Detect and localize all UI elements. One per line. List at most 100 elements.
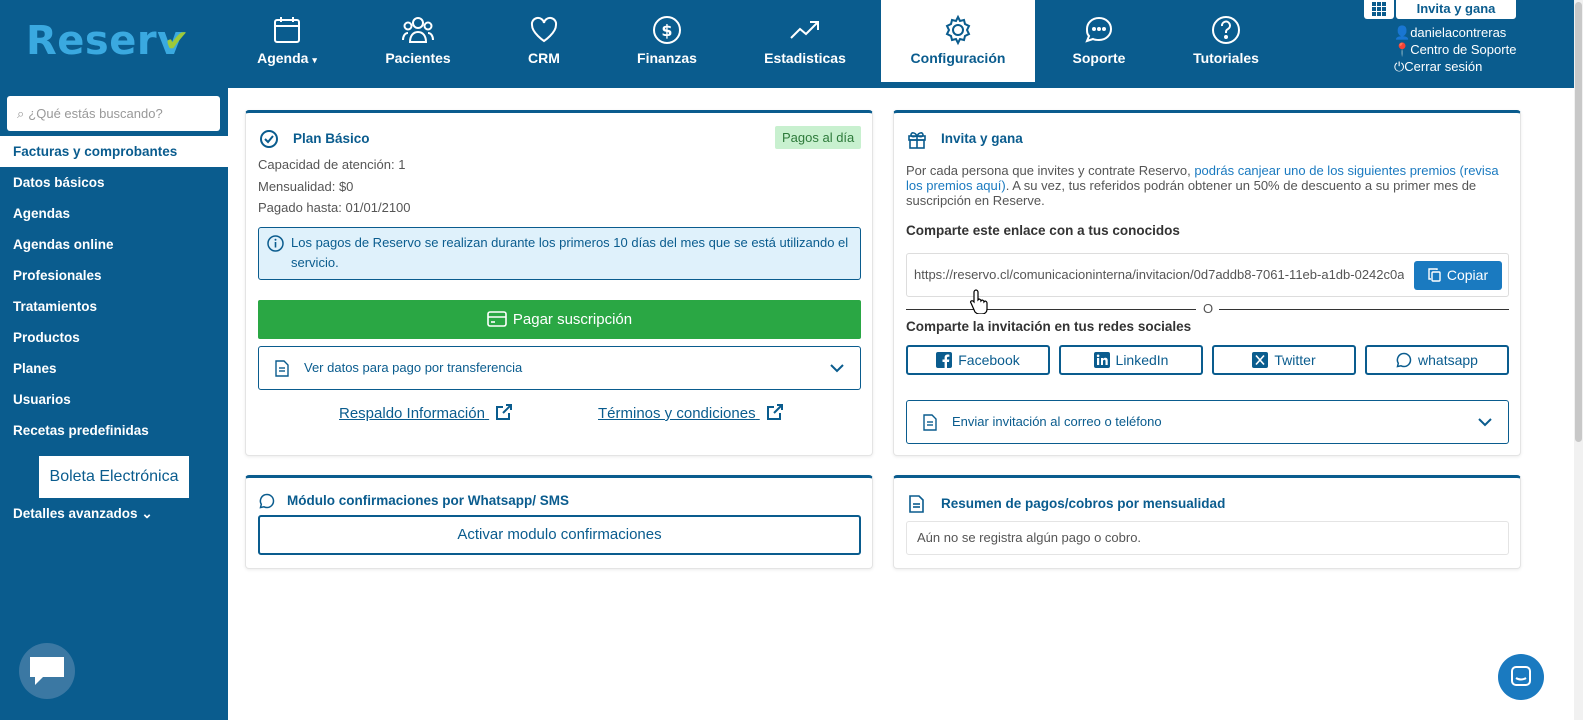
external-link-icon bbox=[766, 404, 783, 420]
sidebar-item-agendas[interactable]: Agendas bbox=[0, 198, 228, 229]
nav-label: Agenda bbox=[257, 50, 309, 66]
respaldo-link[interactable]: Respaldo Información bbox=[339, 403, 513, 422]
whatsapp-icon bbox=[259, 493, 275, 509]
logo-check-icon: ✔ bbox=[164, 24, 190, 59]
apps-grid-button[interactable] bbox=[1364, 0, 1394, 19]
sidebar-menu: Facturas y comprobantes Datos básicos Ag… bbox=[0, 136, 233, 446]
map-pin-icon: 📍 bbox=[1394, 42, 1411, 57]
scrollbar-thumb[interactable] bbox=[1575, 2, 1582, 442]
invite-title: Invita y gana bbox=[941, 131, 1023, 146]
resumen-empty: Aún no se registra algún pago o cobro. bbox=[906, 521, 1509, 555]
support-link[interactable]: 📍Centro de Soporte bbox=[1394, 41, 1516, 58]
user-area: Invita y gana 👤danielacontreras 📍Centro … bbox=[1364, 0, 1574, 88]
share-label: Comparte este enlace con a tus conocidos bbox=[906, 223, 1180, 238]
dollar-icon: $ bbox=[653, 16, 681, 44]
capacidad-text: Capacidad de atención: 1 bbox=[258, 157, 406, 172]
document-icon bbox=[275, 360, 289, 377]
whatsapp-button[interactable]: whatsapp bbox=[1365, 345, 1509, 375]
sidebar-item-tratamientos[interactable]: Tratamientos bbox=[0, 291, 228, 322]
copy-icon bbox=[1428, 268, 1441, 282]
whatsapp-icon bbox=[1396, 352, 1412, 368]
sidebar-item-profesionales[interactable]: Profesionales bbox=[0, 260, 228, 291]
status-badge: Pagos al día bbox=[775, 126, 862, 149]
invite-description: Por cada persona que invites y contrate … bbox=[906, 163, 1499, 208]
sidebar-item-productos[interactable]: Productos bbox=[0, 322, 228, 353]
activar-modulo-button[interactable]: Activar modulo confirmaciones bbox=[258, 515, 861, 555]
user-icon: 👤 bbox=[1394, 25, 1411, 40]
messenger-icon bbox=[1511, 666, 1531, 686]
document-icon bbox=[909, 495, 924, 513]
chevron-down-icon bbox=[1478, 418, 1492, 427]
help-icon bbox=[1212, 16, 1240, 44]
sidebar-item-planes[interactable]: Planes bbox=[0, 353, 228, 384]
nav-label: Finanzas bbox=[637, 50, 697, 66]
search-icon: ⌕ bbox=[17, 106, 25, 121]
document-icon bbox=[923, 414, 937, 431]
mensualidad-text: Mensualidad: $0 bbox=[258, 179, 354, 194]
x-twitter-icon bbox=[1252, 352, 1269, 368]
chat-icon bbox=[1085, 16, 1113, 43]
pagar-suscripcion-button[interactable]: Pagar suscripción bbox=[258, 300, 861, 339]
linkedin-icon bbox=[1093, 352, 1110, 368]
sidebar-item-recetas[interactable]: Recetas predefinidas bbox=[0, 415, 228, 446]
nav-label: Tutoriales bbox=[1193, 50, 1259, 66]
sidebar-item-agendas-online[interactable]: Agendas online bbox=[0, 229, 228, 260]
detalles-avanzados-toggle[interactable]: Detalles avanzados ⌄ bbox=[13, 506, 153, 522]
cursor-hand-icon bbox=[970, 289, 988, 314]
search-input[interactable]: ⌕ ¿Qué estás buscando? bbox=[7, 96, 220, 131]
nav-agenda[interactable]: Agenda ▾ bbox=[212, 0, 362, 82]
intercom-launcher[interactable] bbox=[1498, 654, 1544, 700]
invite-top-button[interactable]: Invita y gana bbox=[1396, 0, 1516, 19]
credit-card-icon bbox=[487, 311, 507, 327]
logout-link[interactable]: ⏻Cerrar sesión bbox=[1394, 58, 1516, 75]
scrollbar[interactable] bbox=[1574, 0, 1583, 720]
modulo-title: Módulo confirmaciones por Whatsapp/ SMS bbox=[287, 493, 570, 508]
transfer-collapse[interactable]: Ver datos para pago por transferencia bbox=[258, 346, 861, 390]
calendar-icon bbox=[274, 17, 300, 43]
twitter-button[interactable]: Twitter bbox=[1212, 345, 1356, 375]
or-separator: O bbox=[1203, 301, 1214, 316]
plan-title: Plan Básico bbox=[293, 131, 370, 146]
nav-label: Estadisticas bbox=[764, 50, 846, 66]
chevron-down-icon: ⌄ bbox=[141, 506, 153, 521]
sidebar: ⌕ ¿Qué estás buscando? Facturas y comprob… bbox=[0, 88, 233, 720]
caret-down-icon: ▾ bbox=[312, 55, 317, 65]
boleta-electronica-tooltip[interactable]: Boleta Electrónica bbox=[39, 456, 189, 498]
resumen-card: Resumen de pagos/cobros por mensualidad … bbox=[893, 475, 1521, 569]
divider bbox=[906, 309, 1196, 310]
social-label: Comparte la invitación en tus redes soci… bbox=[906, 319, 1192, 334]
modulo-card: Módulo confirmaciones por Whatsapp/ SMS … bbox=[245, 475, 873, 569]
resumen-title: Resumen de pagos/cobros por mensualidad bbox=[941, 496, 1226, 511]
heart-icon bbox=[530, 16, 558, 43]
nav-finanzas[interactable]: $ Finanzas bbox=[592, 0, 742, 82]
trend-icon bbox=[790, 21, 819, 39]
power-icon: ⏻ bbox=[1394, 59, 1405, 74]
info-alert: Los pagos de Reservo se realizan durante… bbox=[258, 227, 861, 280]
terminos-link[interactable]: Términos y condiciones bbox=[598, 403, 784, 422]
top-navbar: Reserv ✔ Agenda ▾ Pacientes CRM $ Finanza… bbox=[0, 0, 1574, 88]
gear-icon bbox=[945, 14, 971, 46]
facebook-icon bbox=[936, 352, 953, 368]
copy-button[interactable]: Copiar bbox=[1414, 261, 1502, 290]
facebook-button[interactable]: Facebook bbox=[906, 345, 1050, 375]
chevron-down-icon bbox=[830, 364, 844, 373]
users-icon bbox=[402, 17, 434, 43]
plan-card: Plan Básico Pagos al día Capacidad de at… bbox=[245, 110, 873, 456]
logo[interactable]: Reserv ✔ bbox=[26, 18, 189, 64]
sidebar-item-facturas[interactable]: Facturas y comprobantes bbox=[0, 136, 233, 167]
check-circle-icon bbox=[260, 130, 278, 148]
invite-url-field[interactable]: https://reservo.cl/comunicacioninterna/i… bbox=[906, 253, 1509, 297]
external-link-icon bbox=[496, 404, 513, 420]
nav-configuracion[interactable]: Configuración bbox=[881, 0, 1035, 82]
nav-tutoriales[interactable]: Tutoriales bbox=[1151, 0, 1301, 82]
grid-icon bbox=[1372, 2, 1386, 16]
sidebar-item-datos-basicos[interactable]: Datos básicos bbox=[0, 167, 228, 198]
info-icon bbox=[267, 235, 284, 252]
linkedin-button[interactable]: LinkedIn bbox=[1059, 345, 1203, 375]
user-link[interactable]: 👤danielacontreras bbox=[1394, 24, 1516, 41]
sidebar-item-usuarios[interactable]: Usuarios bbox=[0, 384, 228, 415]
chat-button[interactable] bbox=[19, 643, 75, 699]
nav-estadisticas[interactable]: Estadisticas bbox=[730, 0, 880, 82]
send-invitation-collapse[interactable]: Enviar invitación al correo o teléfono bbox=[906, 400, 1509, 444]
svg-text:$: $ bbox=[661, 21, 672, 40]
